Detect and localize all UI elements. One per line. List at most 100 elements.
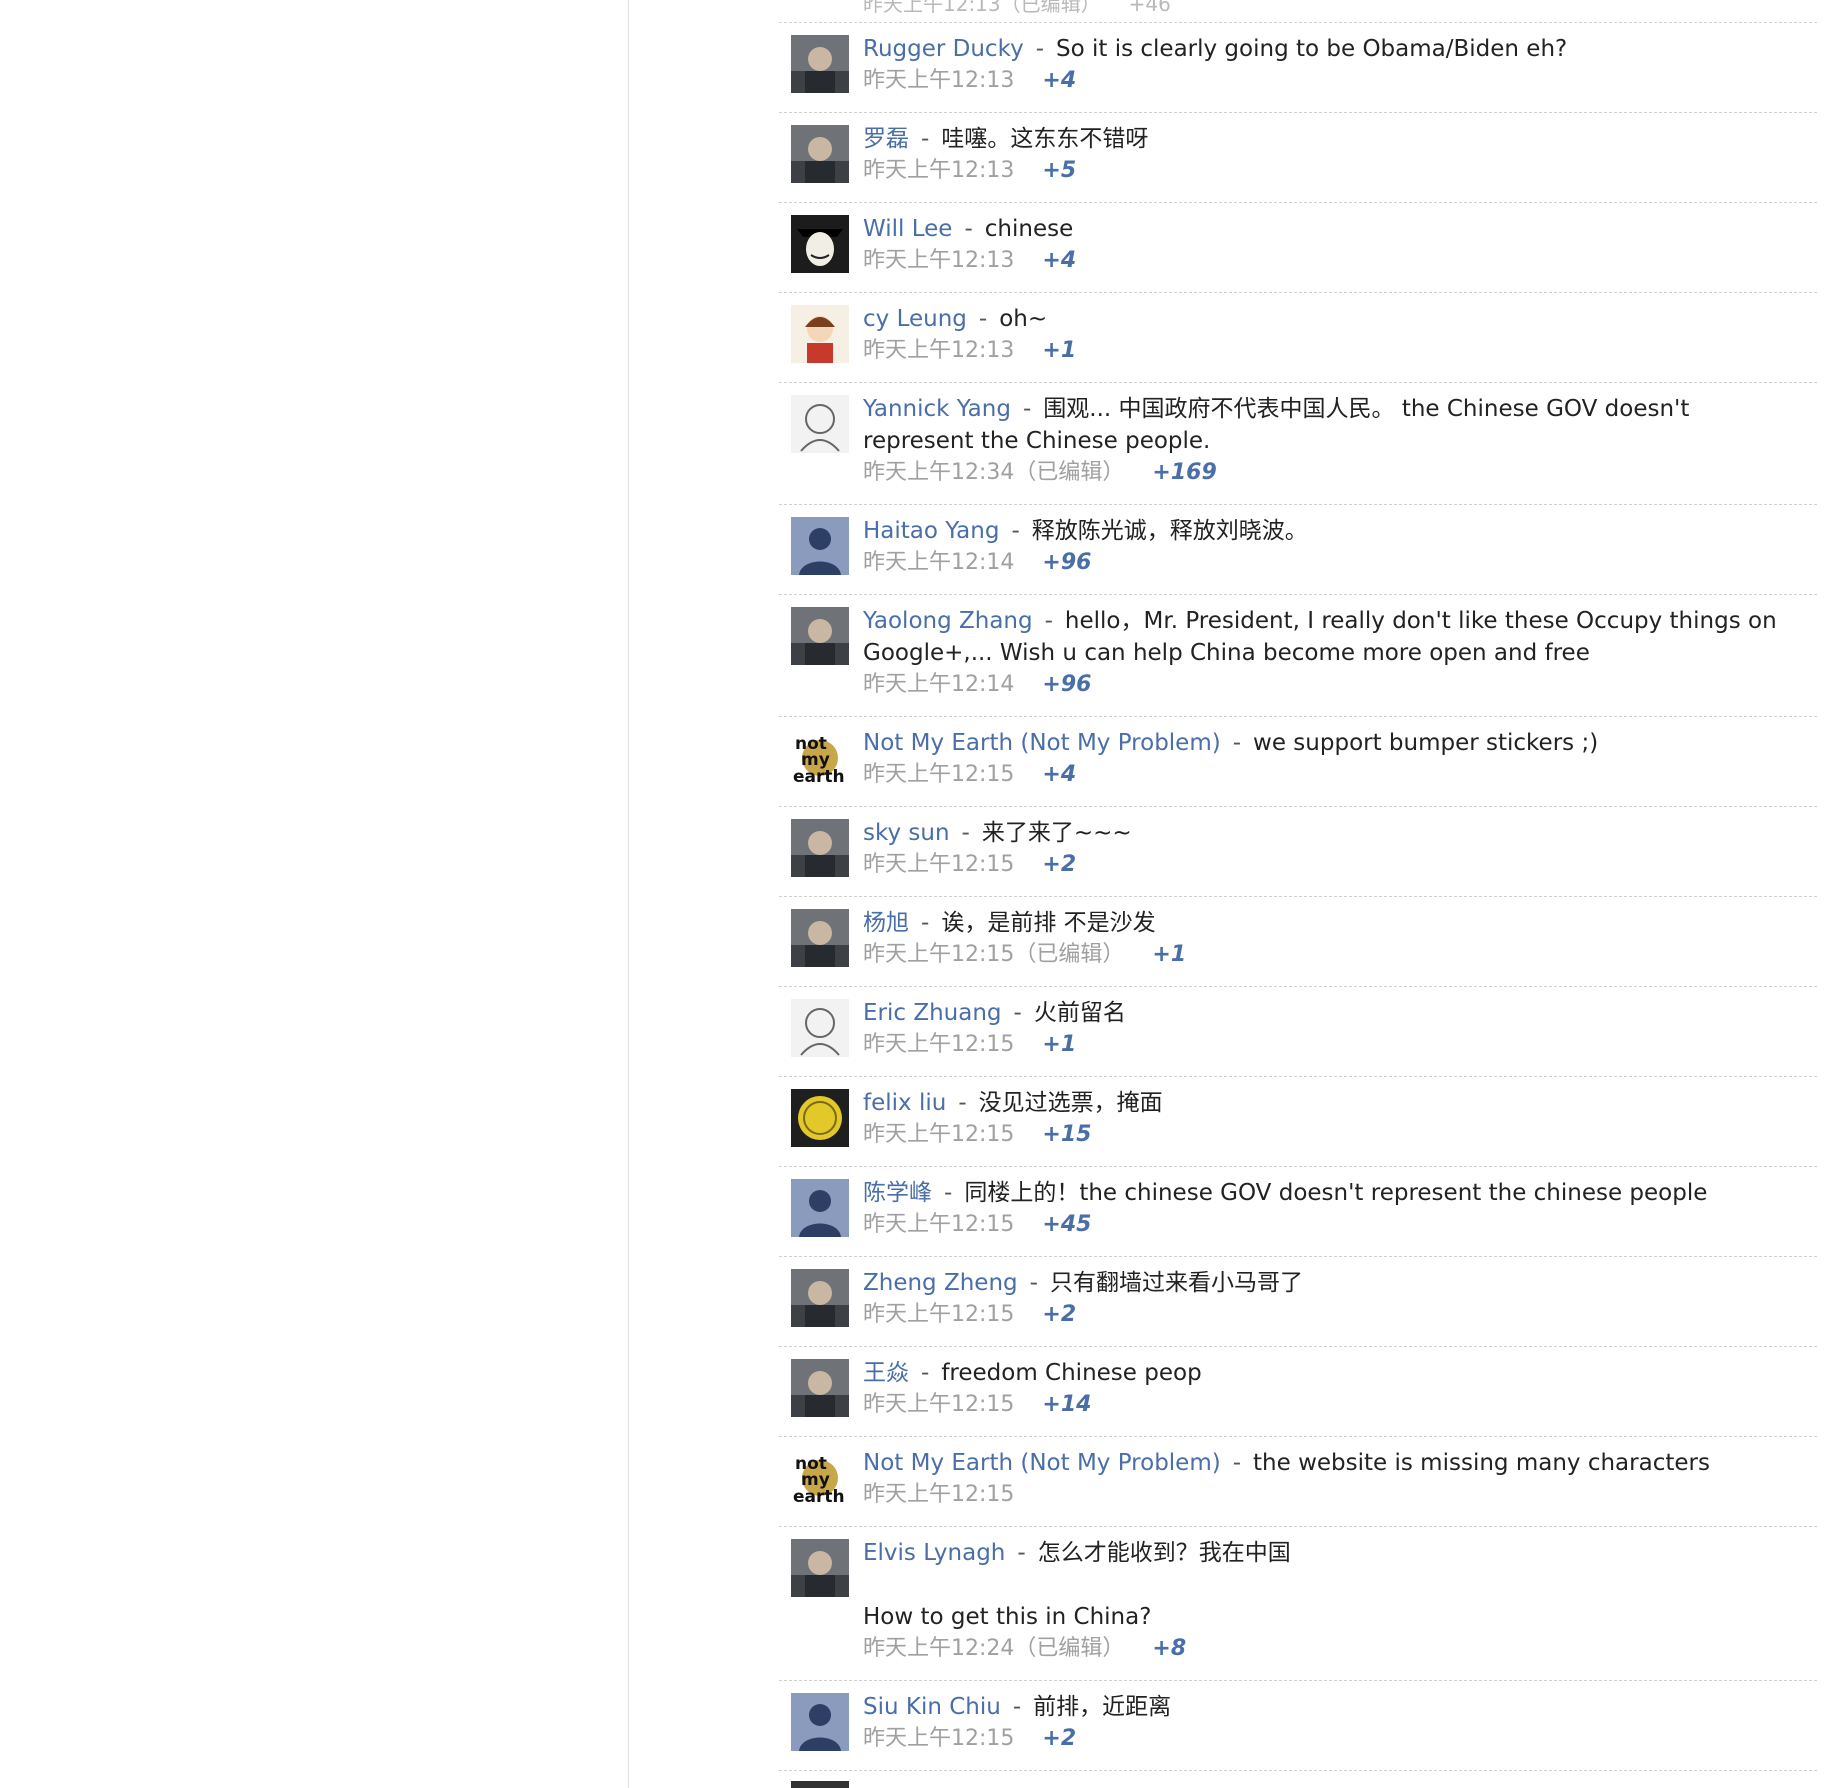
comment-meta: 昨天上午12:15 — [863, 1479, 1793, 1511]
photo-avatar-icon[interactable] — [791, 819, 849, 877]
cartoon-avatar-icon[interactable] — [791, 305, 849, 363]
comment-timestamp[interactable]: 昨天上午12:34（已编辑） — [863, 460, 1124, 485]
plus-one-count[interactable]: +4 — [1042, 762, 1076, 787]
comment-timestamp[interactable]: 昨天上午12:13 — [863, 248, 1014, 273]
comment-meta: 昨天上午12:15 +2 — [863, 849, 1793, 881]
comment-timestamp[interactable]: 昨天上午12:15 — [863, 762, 1014, 787]
plus-one-count[interactable]: +2 — [1042, 852, 1076, 877]
comment-text-line: Not My Earth (Not My Problem) - the websit… — [863, 1447, 1793, 1479]
plus-one-count[interactable]: +4 — [1042, 248, 1076, 273]
next-comment-avatar-icon — [791, 1781, 849, 1788]
comment-author-link[interactable]: Yannick Yang — [863, 396, 1011, 422]
comment-item: Yaolong Zhang - hello，Mr. President, I rea… — [779, 595, 1817, 717]
comment-author-link[interactable]: Elvis Lynagh — [863, 1540, 1005, 1566]
comment-author-link[interactable]: Not My Earth (Not My Problem) — [863, 730, 1221, 756]
plus-one-count[interactable]: +2 — [1042, 1302, 1076, 1327]
comment-text: 前排，近距离 — [1033, 1694, 1172, 1720]
author-separator: - — [921, 126, 930, 152]
default-avatar-icon[interactable] — [791, 1693, 849, 1751]
comment-timestamp[interactable]: 昨天上午12:14 — [863, 550, 1014, 575]
author-separator: - — [921, 1360, 930, 1386]
svg-text:earth: earth — [793, 1487, 845, 1507]
comment-author-link[interactable]: 王焱 — [863, 1360, 909, 1386]
comment-author-link[interactable]: sky sun — [863, 820, 950, 846]
plus-one-count[interactable]: +45 — [1042, 1212, 1091, 1237]
plus-one-count[interactable]: +5 — [1042, 158, 1076, 183]
photo-avatar-icon[interactable] — [791, 909, 849, 967]
comment-timestamp[interactable]: 昨天上午12:15（已编辑） — [863, 942, 1124, 967]
comment-timestamp[interactable]: 昨天上午12:13 — [863, 158, 1014, 183]
plus-one-count[interactable]: +1 — [1152, 942, 1186, 967]
comment-meta: 昨天上午12:15 +15 — [863, 1119, 1793, 1151]
plus-one-count[interactable]: +8 — [1152, 1636, 1186, 1661]
plus-one-count[interactable]: +96 — [1042, 550, 1091, 575]
coin-avatar-icon[interactable] — [791, 1089, 849, 1147]
plus-one-count[interactable]: +15 — [1042, 1122, 1091, 1147]
comment-timestamp[interactable]: 昨天上午12:14 — [863, 672, 1014, 697]
comment-timestamp[interactable]: 昨天上午12:13 — [863, 338, 1014, 363]
left-blank-pane — [0, 0, 629, 1788]
plus-one-count[interactable]: +1 — [1042, 1032, 1076, 1057]
plus-one-count[interactable]: +1 — [1042, 338, 1076, 363]
plus-one-count[interactable]: +14 — [1042, 1392, 1091, 1417]
comment-meta: 昨天上午12:34（已编辑） +169 — [863, 457, 1793, 489]
plus-one-count[interactable]: +96 — [1042, 672, 1091, 697]
default-avatar-icon[interactable] — [791, 1179, 849, 1237]
comment-timestamp[interactable]: 昨天上午12:13 — [863, 68, 1014, 93]
comment-timestamp[interactable]: 昨天上午12:15 — [863, 1482, 1014, 1507]
comment-timestamp[interactable]: 昨天上午12:15 — [863, 1032, 1014, 1057]
photo-avatar-icon[interactable] — [791, 125, 849, 183]
plus-one-count[interactable]: +169 — [1152, 460, 1216, 485]
comment-text-line: Not My Earth (Not My Problem) - we support… — [863, 727, 1793, 759]
comment-author-link[interactable]: 陈学峰 — [863, 1180, 932, 1206]
comment-author-link[interactable]: cy Leung — [863, 306, 967, 332]
plus-one-count[interactable]: +2 — [1042, 1726, 1076, 1751]
comment-author-link[interactable]: Eric Zhuang — [863, 1000, 1002, 1026]
comment-item: Zheng Zheng - 只有翻墙过来看小马哥了 昨天上午12:15 +2 — [779, 1257, 1817, 1347]
comment-timestamp[interactable]: 昨天上午12:15 — [863, 1726, 1014, 1751]
comment-meta: 昨天上午12:15 +2 — [863, 1723, 1793, 1755]
author-separator: - — [1022, 396, 1032, 422]
comment-author-link[interactable]: Siu Kin Chiu — [863, 1694, 1001, 1720]
comment-timestamp[interactable]: 昨天上午12:15 — [863, 1392, 1014, 1417]
photo-avatar-icon[interactable] — [791, 35, 849, 93]
photo-avatar-icon[interactable] — [791, 1359, 849, 1417]
plus-one-count[interactable]: +4 — [1042, 68, 1076, 93]
comment-timestamp[interactable]: 昨天上午12:15 — [863, 1122, 1014, 1147]
comment-author-link[interactable]: 罗磊 — [863, 126, 909, 152]
author-separator: - — [944, 1180, 953, 1206]
comment-text: 同楼上的！the chinese GOV doesn't represent t… — [964, 1180, 1708, 1206]
comment-author-link[interactable]: 杨旭 — [863, 910, 909, 936]
comment-timestamp[interactable]: 昨天上午12:15 — [863, 1302, 1014, 1327]
comment-author-link[interactable]: Not My Earth (Not My Problem) — [863, 1450, 1221, 1476]
comment-text-line: Haitao Yang - 释放陈光诚，释放刘晓波。 — [863, 515, 1793, 547]
comment-item: 王焱 - freedom Chinese peop 昨天上午12:15 +14 — [779, 1347, 1817, 1437]
comment-author-link[interactable]: Will Lee — [863, 216, 952, 242]
comment-item: Rugger Ducky - So it is clearly going to b… — [779, 23, 1817, 113]
photo-avatar-icon[interactable] — [791, 1539, 849, 1597]
comment-text: freedom Chinese peop — [941, 1360, 1202, 1386]
comment-text: oh~ — [999, 306, 1048, 332]
sketch-avatar-icon[interactable] — [791, 395, 849, 453]
comment-author-link[interactable]: Rugger Ducky — [863, 36, 1024, 62]
logo-avatar-icon[interactable]: not my earth — [791, 729, 849, 787]
photo-avatar-icon[interactable] — [791, 1269, 849, 1327]
photo-avatar-icon[interactable] — [791, 607, 849, 665]
comment-author-link[interactable]: Haitao Yang — [863, 518, 999, 544]
comment-author-link[interactable]: Zheng Zheng — [863, 1270, 1018, 1296]
comment-timestamp[interactable]: 昨天上午12:24（已编辑） — [863, 1636, 1124, 1661]
author-separator: - — [958, 1090, 967, 1116]
default-avatar-icon[interactable] — [791, 517, 849, 575]
sketch-avatar-icon[interactable] — [791, 999, 849, 1057]
comment-text: 来了来了~~~ — [981, 820, 1132, 846]
comment-author-link[interactable]: Yaolong Zhang — [863, 608, 1033, 634]
comment-timestamp[interactable]: 昨天上午12:15 — [863, 852, 1014, 877]
logo-avatar-icon[interactable]: not my earth — [791, 1449, 849, 1507]
comment-author-link[interactable]: felix liu — [863, 1090, 946, 1116]
comment-feed: 昨天上午12:13（已编辑） +46 Rugger Ducky - So it is … — [779, 0, 1817, 1788]
author-separator: - — [978, 306, 988, 332]
svg-text:earth: earth — [793, 767, 845, 787]
comment-meta: 昨天上午12:13 +1 — [863, 335, 1793, 367]
comment-timestamp[interactable]: 昨天上午12:15 — [863, 1212, 1014, 1237]
mask-avatar-icon[interactable] — [791, 215, 849, 273]
